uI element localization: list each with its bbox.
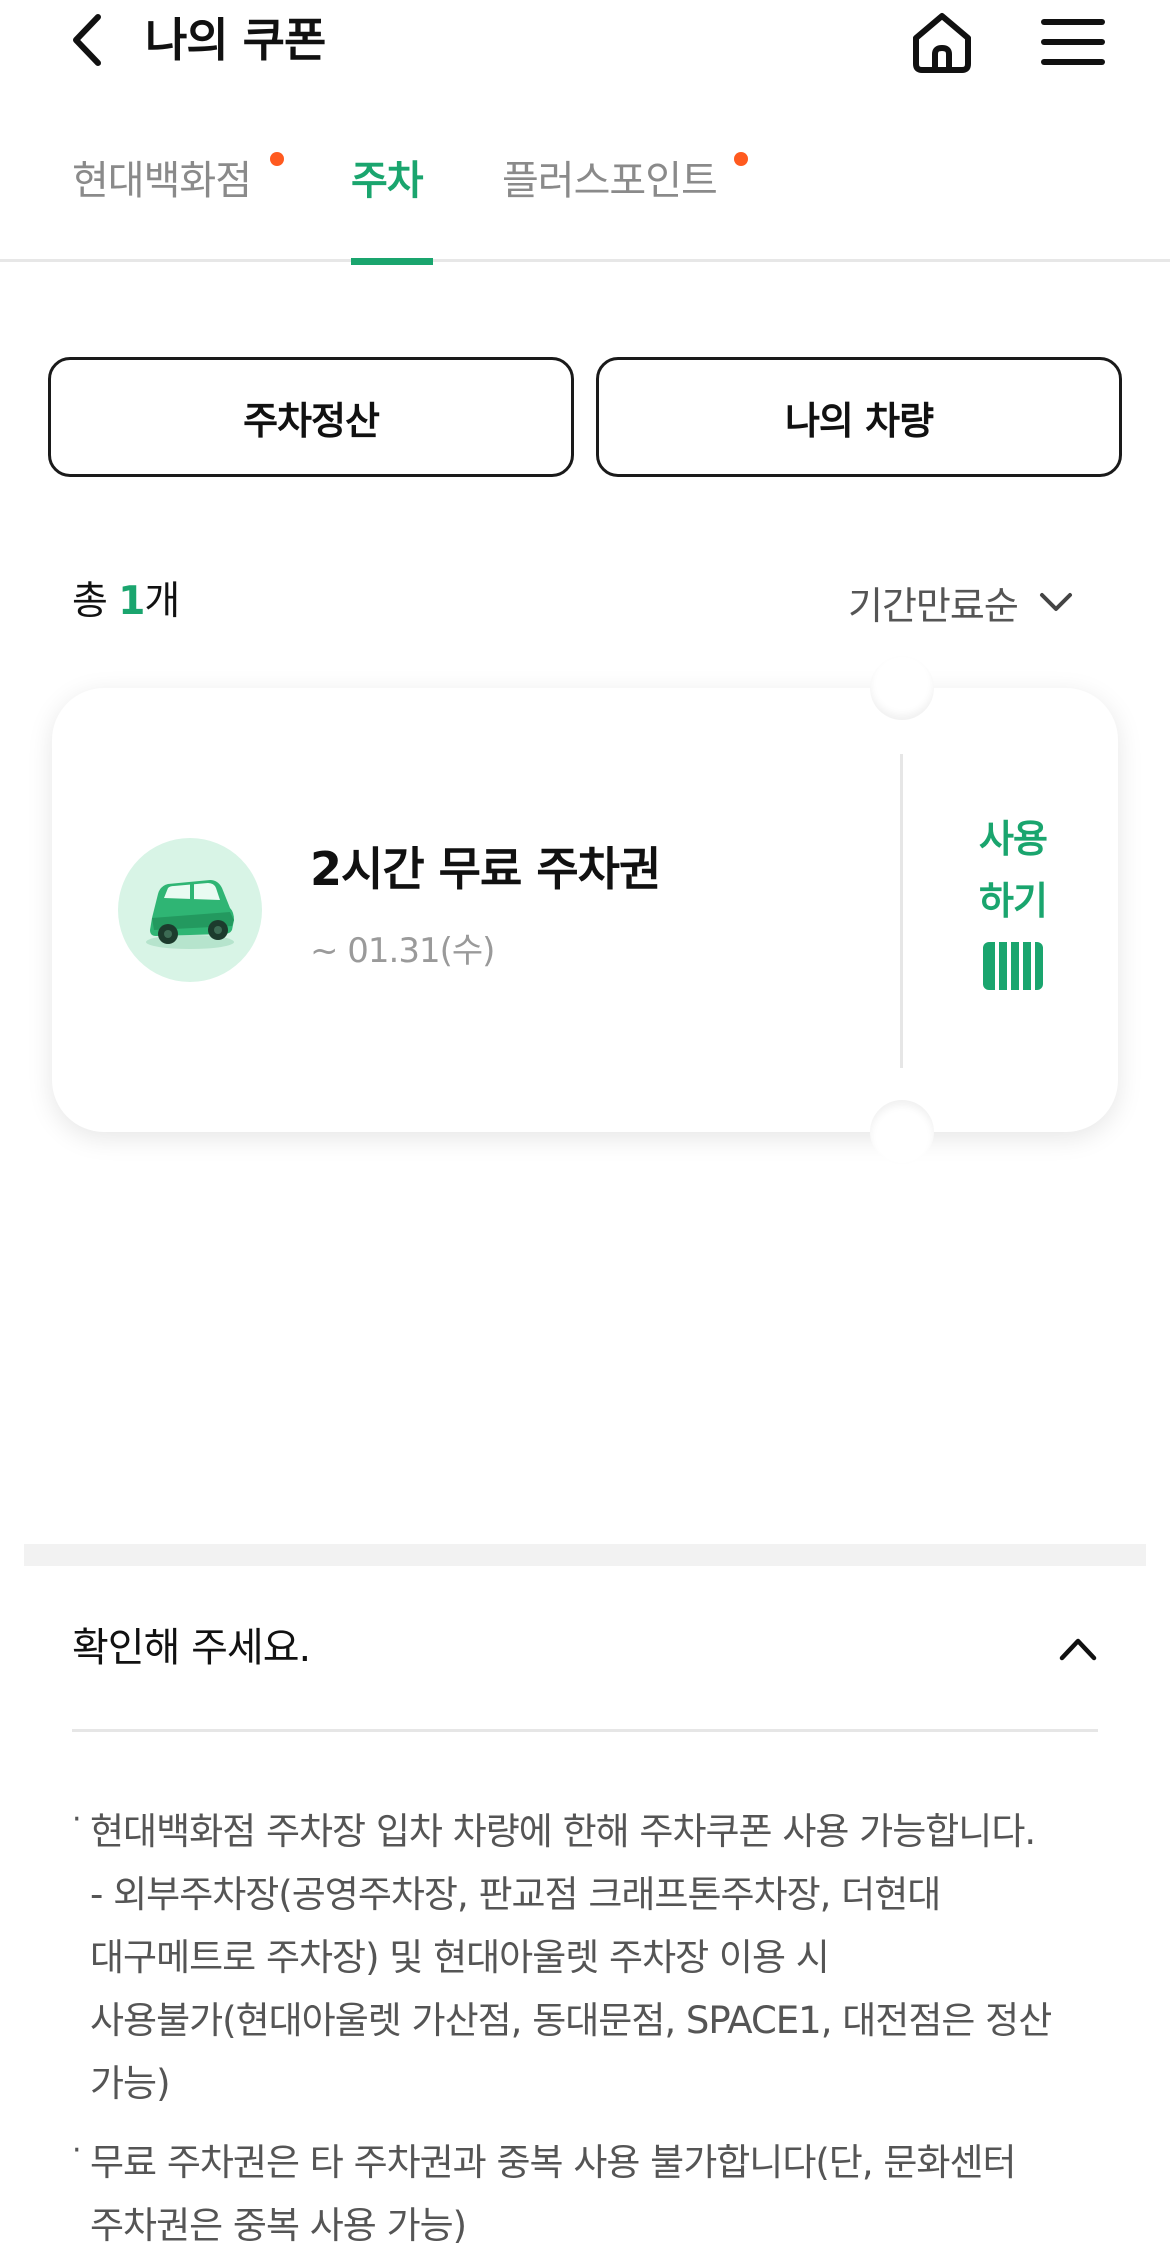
use-coupon-button[interactable]: 사용 하기 bbox=[924, 808, 1102, 1008]
chevron-down-icon bbox=[1039, 593, 1072, 611]
home-icon bbox=[913, 13, 971, 73]
use-label-line2: 하기 bbox=[979, 879, 1048, 923]
notice-divider bbox=[72, 1729, 1098, 1732]
bullet: · bbox=[72, 1802, 81, 1837]
car-icon-circle bbox=[118, 838, 262, 982]
car-icon bbox=[146, 880, 234, 949]
new-indicator-dot bbox=[734, 152, 748, 166]
my-vehicle-button[interactable]: 나의 차량 bbox=[596, 357, 1122, 477]
ticket-notch bbox=[870, 1100, 934, 1164]
coupon-card: 2시간 무료 주차권 ~ 01.31(수) 사용 하기 bbox=[52, 656, 1118, 1164]
notice-text: 무료 주차권은 타 주차권과 중복 사용 불가합니다(단, 문화센터 주차권은 … bbox=[90, 2141, 1017, 2247]
chevron-up-icon bbox=[1059, 1638, 1097, 1661]
count-number: 1 bbox=[118, 579, 145, 624]
page-title: 나의 쿠폰 bbox=[145, 13, 326, 67]
tab-parking[interactable]: 주차 bbox=[351, 140, 433, 265]
use-label-line1: 사용 bbox=[979, 817, 1048, 861]
coupon-title: 2시간 무료 주차권 bbox=[310, 842, 661, 896]
coupon-expiry-date: ~ 01.31(수) bbox=[310, 931, 495, 971]
tab-hyundai-department[interactable]: 현대백화점 bbox=[72, 140, 284, 262]
parking-payment-button[interactable]: 주차정산 bbox=[48, 357, 574, 477]
app-header: 나의 쿠폰 bbox=[0, 0, 1170, 100]
chevron-left-icon bbox=[73, 14, 101, 66]
ticket-divider bbox=[900, 754, 903, 1068]
tab-bar: 현대백화점 주차 플러스포인트 bbox=[0, 140, 1170, 265]
count-suffix: 개 bbox=[144, 579, 180, 624]
notice-list: · 현대백화점 주차장 입차 차량에 한해 주차쿠폰 사용 가능합니다. - 외… bbox=[72, 1800, 1102, 2254]
barcode-icon bbox=[983, 942, 1043, 990]
notice-title: 확인해 주세요. bbox=[72, 1625, 311, 1671]
new-indicator-dot bbox=[270, 152, 284, 166]
section-separator bbox=[24, 1544, 1146, 1566]
notice-item: · 무료 주차권은 타 주차권과 중복 사용 불가합니다(단, 문화센터 주차권… bbox=[72, 2131, 1102, 2254]
count-prefix: 총 bbox=[72, 579, 119, 624]
notice-item: · 현대백화점 주차장 입차 차량에 한해 주차쿠폰 사용 가능합니다. - 외… bbox=[72, 1800, 1102, 2115]
active-tab-underline bbox=[351, 258, 433, 265]
tab-plus-point[interactable]: 플러스포인트 bbox=[502, 140, 748, 262]
bullet: · bbox=[72, 2133, 81, 2168]
home-button[interactable] bbox=[908, 8, 976, 76]
tab-label: 플러스포인트 bbox=[502, 158, 718, 204]
notice-text: 현대백화점 주차장 입차 차량에 한해 주차쿠폰 사용 가능합니다. - 외부주… bbox=[90, 1810, 1052, 2105]
coupon-count: 총 1개 bbox=[72, 572, 180, 632]
back-button[interactable] bbox=[62, 8, 112, 72]
sort-dropdown[interactable]: 기간만료순 bbox=[848, 572, 1076, 632]
collapse-button[interactable] bbox=[1054, 1628, 1102, 1668]
menu-button[interactable] bbox=[1040, 14, 1106, 70]
sort-label: 기간만료순 bbox=[848, 583, 1019, 628]
ticket-notch bbox=[870, 656, 934, 720]
tab-label: 주차 bbox=[351, 158, 424, 204]
tab-label: 현대백화점 bbox=[72, 158, 252, 204]
hamburger-menu-icon bbox=[1041, 19, 1105, 65]
